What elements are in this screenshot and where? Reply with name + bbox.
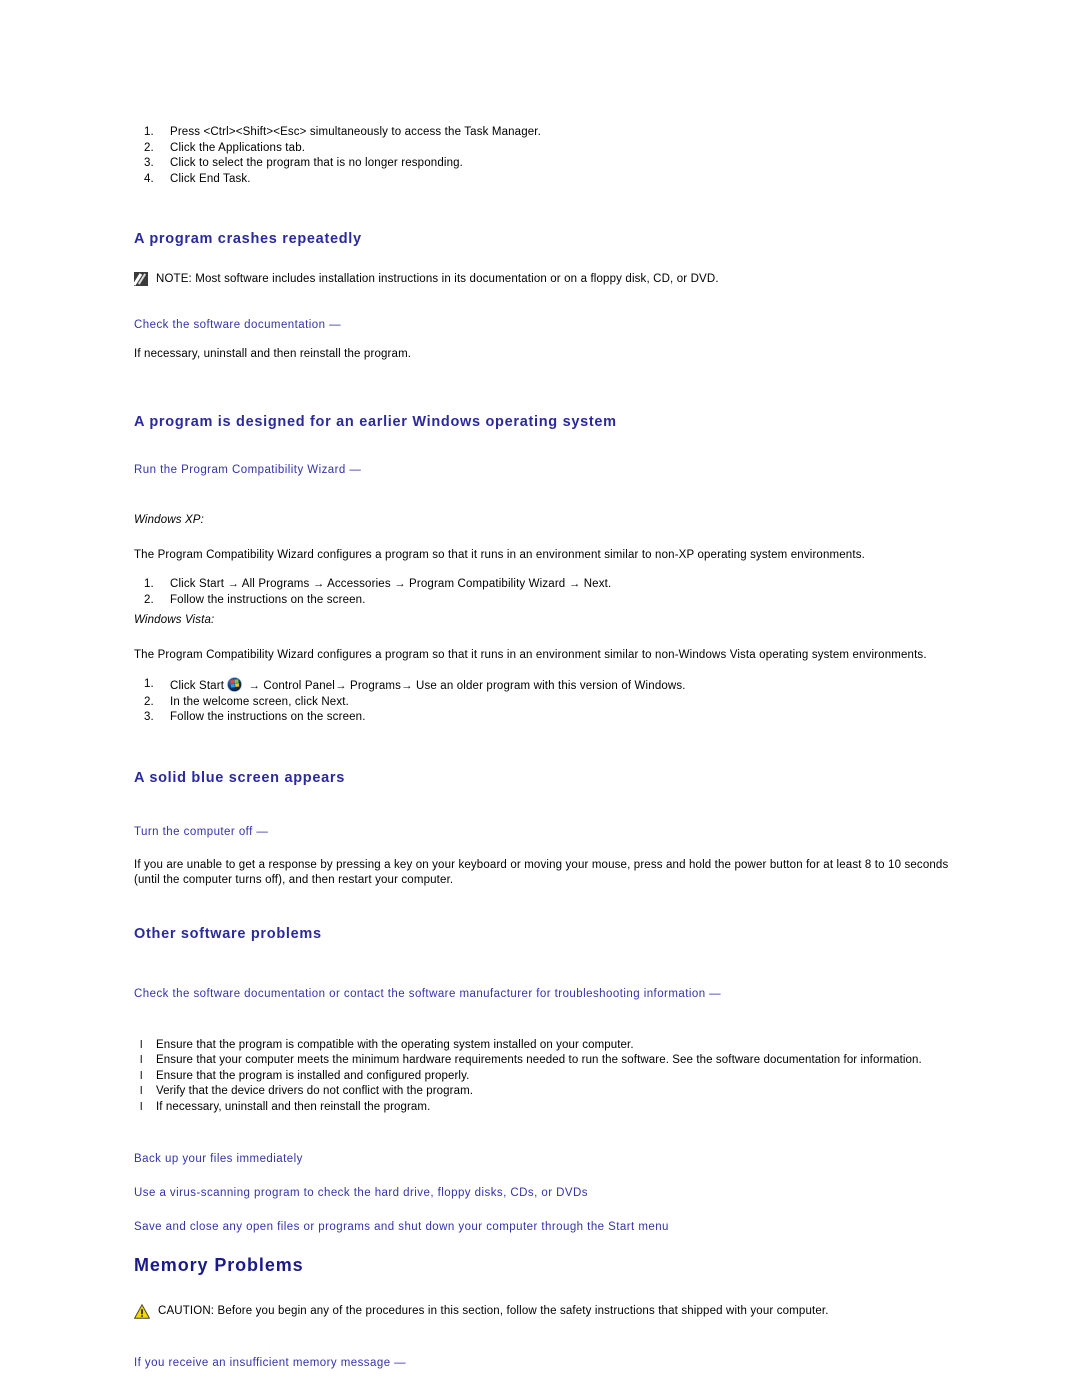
- xp-steps-list: Click Start → All Programs → Accessories…: [134, 577, 1014, 608]
- list-item: Click to select the program that is no l…: [144, 156, 464, 171]
- list-item: Click the Applications tab.: [144, 141, 306, 156]
- note-body: Most software includes installation inst…: [191, 273, 719, 285]
- lead-check-docs-or-contact-manufacturer: Check the software documentation or cont…: [134, 987, 722, 1000]
- list-item-vista-step-1: Click Start → Control Panel→ Programs→ U…: [134, 677, 1014, 695]
- caution-callout-text: CAUTION: Before you begin any of the pro…: [158, 1303, 829, 1319]
- caution-warning-triangle-icon: [134, 1304, 150, 1319]
- caution-label: CAUTION:: [158, 1305, 215, 1317]
- body-xp-compat-wizard: The Program Compatibility Wizard configu…: [134, 549, 865, 561]
- body-blue-screen-line1: If you are unable to get a response by p…: [134, 858, 949, 871]
- lead-save-and-close-shut-down: Save and close any open files or program…: [134, 1221, 669, 1233]
- vista-step1-suffix: → Control Panel→ Programs→ Use an older …: [245, 680, 686, 692]
- other-software-bullet-list: Ensure that the program is compatible wi…: [134, 1038, 1014, 1116]
- list-item: Ensure that the program is installed and…: [134, 1069, 1014, 1085]
- list-item: Follow the instructions on the screen.: [144, 593, 366, 608]
- label-windows-vista: Windows Vista:: [134, 614, 215, 626]
- heading-solid-blue-screen: A solid blue screen appears: [134, 769, 345, 786]
- label-windows-xp: Windows XP:: [134, 514, 204, 526]
- task-manager-steps-list: Press <Ctrl><Shift><Esc> simultaneously …: [134, 125, 1014, 187]
- list-item: Verify that the device drivers do not co…: [134, 1084, 1014, 1100]
- caution-callout: CAUTION: Before you begin any of the pro…: [134, 1303, 1014, 1319]
- caution-body: Before you begin any of the procedures i…: [214, 1305, 829, 1317]
- lead-use-virus-scanning-program: Use a virus-scanning program to check th…: [134, 1187, 588, 1199]
- list-item: In the welcome screen, click Next.: [144, 695, 349, 710]
- windows-vista-start-orb-icon: [227, 677, 242, 692]
- lead-insufficient-memory-message: If you receive an insufficient memory me…: [134, 1357, 407, 1369]
- list-item: If necessary, uninstall and then reinsta…: [134, 1100, 1014, 1116]
- lead-check-software-documentation: Check the software documentation —: [134, 319, 342, 331]
- note-callout-text: NOTE: Most software includes installatio…: [156, 271, 719, 287]
- heading-earlier-windows-os: A program is designed for an earlier Win…: [134, 414, 617, 430]
- note-callout: NOTE: Most software includes installatio…: [134, 271, 1014, 287]
- document-content: Press <Ctrl><Shift><Esc> simultaneously …: [134, 125, 1014, 1371]
- list-item: Click Start → All Programs → Accessories…: [144, 577, 612, 592]
- list-item: Follow the instructions on the screen.: [144, 710, 366, 725]
- list-item: Ensure that your computer meets the mini…: [134, 1053, 1014, 1069]
- body-blue-screen-line2: (until the computer turns off), and then…: [134, 873, 454, 886]
- document-page: Press <Ctrl><Shift><Esc> simultaneously …: [0, 0, 1080, 1397]
- list-item: Ensure that the program is compatible wi…: [134, 1038, 1014, 1054]
- lead-turn-the-computer-off: Turn the computer off —: [134, 825, 269, 838]
- note-label: NOTE:: [156, 273, 192, 285]
- vista-step1-prefix: Click Start: [170, 680, 225, 692]
- heading-program-crashes-repeatedly: A program crashes repeatedly: [134, 231, 362, 247]
- note-pencil-icon: [134, 272, 148, 286]
- heading-memory-problems: Memory Problems: [134, 1255, 304, 1275]
- lead-back-up-your-files: Back up your files immediately: [134, 1153, 303, 1165]
- lead-run-program-compatibility-wizard: Run the Program Compatibility Wizard —: [134, 464, 362, 476]
- body-vista-compat-wizard: The Program Compatibility Wizard configu…: [134, 649, 927, 661]
- vista-steps-list: Click Start → Control Panel→ Programs→ U…: [134, 677, 1014, 726]
- heading-other-software-problems: Other software problems: [134, 925, 322, 942]
- list-item: Click End Task.: [144, 172, 251, 187]
- list-item: Press <Ctrl><Shift><Esc> simultaneously …: [144, 125, 541, 140]
- body-uninstall-reinstall: If necessary, uninstall and then reinsta…: [134, 348, 412, 360]
